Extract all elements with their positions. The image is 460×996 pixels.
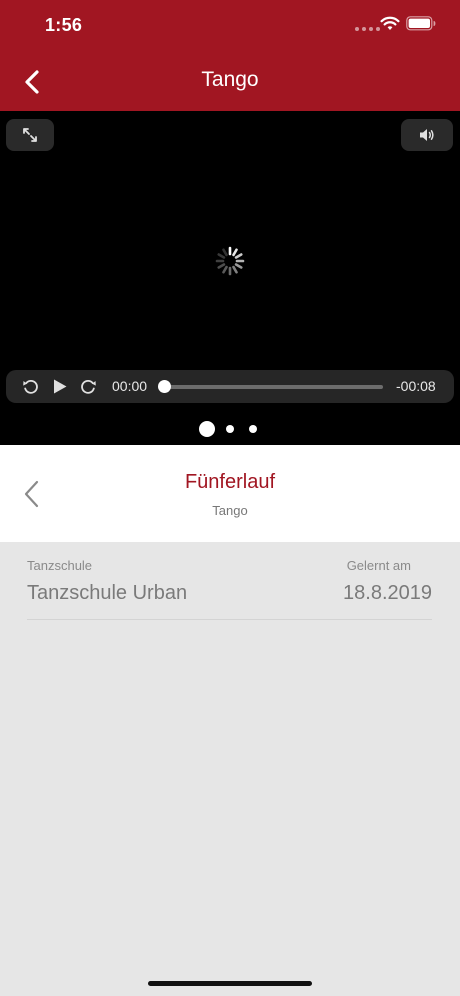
- divider: [27, 619, 432, 620]
- volume-button[interactable]: [401, 119, 453, 151]
- video-player[interactable]: 00:00 -00:08: [0, 111, 460, 445]
- school-value: Tanzschule Urban: [27, 582, 188, 604]
- rewind-icon[interactable]: [22, 378, 39, 395]
- progress-thumb[interactable]: [158, 380, 171, 393]
- fullscreen-icon: [23, 128, 37, 142]
- learned-label: Gelernt am: [346, 558, 411, 573]
- home-indicator[interactable]: [148, 981, 312, 986]
- figure-title: Fünferlauf: [184, 471, 276, 493]
- page-dot-1[interactable]: [199, 421, 215, 437]
- fullscreen-button[interactable]: [6, 119, 54, 151]
- progress-track[interactable]: [162, 385, 383, 389]
- page-dot-3[interactable]: [249, 425, 257, 433]
- figure-header: Fünferlauf Tango: [0, 445, 460, 542]
- signal-icon: [355, 27, 380, 31]
- volume-icon: [420, 129, 434, 141]
- navigation-bar: Tango: [0, 52, 460, 111]
- remaining-time: -00:08: [396, 378, 436, 394]
- page-title: Tango: [201, 68, 259, 91]
- status-time: 1:56: [45, 15, 83, 35]
- current-time: 00:00: [112, 378, 148, 394]
- figure-details: Tanzschule Gelernt am Tanzschule Urban 1…: [0, 542, 460, 996]
- status-bar: 1:56: [0, 0, 460, 52]
- play-icon[interactable]: [52, 378, 68, 395]
- forward-icon[interactable]: [80, 378, 97, 395]
- playback-controls: 00:00 -00:08: [6, 370, 454, 403]
- figure-dance: Tango: [212, 503, 248, 518]
- learned-value: 18.8.2019: [343, 582, 432, 604]
- page-indicator: [0, 420, 460, 438]
- wifi-icon: [380, 16, 400, 30]
- school-label: Tanzschule: [27, 558, 93, 573]
- loading-spinner-icon: [215, 246, 245, 276]
- battery-icon: [406, 16, 436, 31]
- page-dot-2[interactable]: [226, 425, 234, 433]
